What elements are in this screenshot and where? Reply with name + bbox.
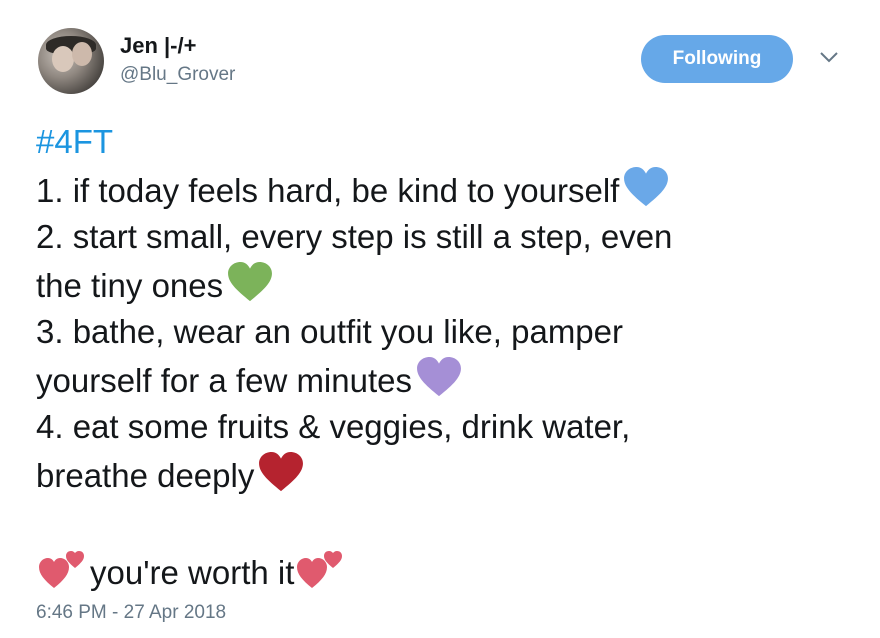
user-name[interactable]: Jen |-/+ [120,33,196,59]
following-button-label: Following [672,48,762,69]
two-hearts-icon [39,550,84,588]
tweet-line: 1. if today feels hard, be kind to yours… [36,171,620,209]
user-handle[interactable]: @Blu_Grover [120,64,235,86]
blue-heart-icon [624,166,669,206]
red-heart-icon [259,451,304,491]
tweet-line: breathe deeply [36,456,255,494]
tweet-line: 2. start small, every step is still a st… [36,218,673,255]
purple-heart-icon [417,356,461,396]
hashtag-link[interactable]: #4FT [36,123,113,160]
tweet-text: #4FT 1. if today feels hard, be kind to … [36,118,672,593]
tweet-line: 3. bathe, wear an outfit you like, pampe… [36,313,624,350]
tweet-timestamp[interactable]: 6:46 PM - 27 Apr 2018 [36,602,226,624]
two-hearts-icon [297,550,343,588]
chevron-down-icon[interactable] [818,50,840,64]
following-button[interactable]: Following [641,35,793,83]
tweet-line: yourself for a few minutes [36,361,412,399]
tweet-line: the tiny ones [36,266,224,304]
green-heart-icon [228,261,273,301]
avatar[interactable] [38,28,104,94]
tweet-line: 4. eat some fruits & veggies, drink wate… [36,408,631,445]
closing-text: you're worth it [90,553,295,591]
